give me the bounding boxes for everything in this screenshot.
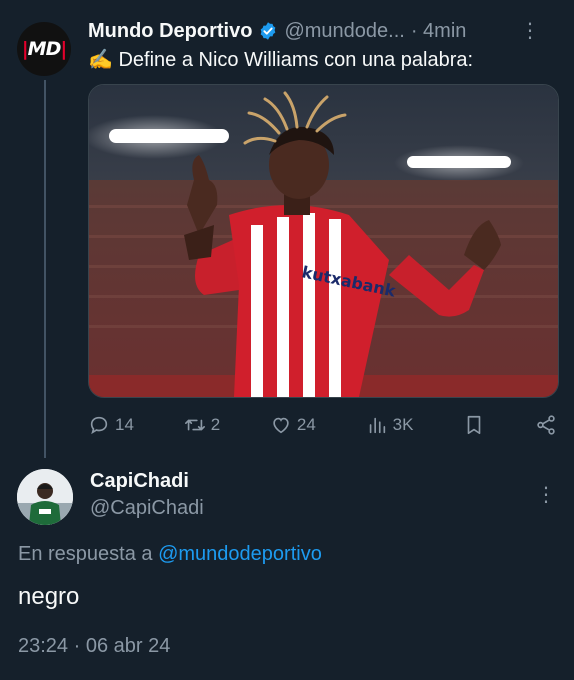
repost-icon [184,419,205,431]
reply-avatar-image [17,469,73,525]
reply-author-handle[interactable]: @CapiChadi [90,497,204,520]
views-count: 3K [392,415,414,434]
verified-badge-icon [261,22,276,40]
mundo-deportivo-logo: |MD| [21,38,68,60]
bookmark-button[interactable] [463,414,485,436]
reply-count: 14 [115,415,134,434]
reply-author-name[interactable]: CapiChadi [90,470,189,493]
share-icon [537,415,555,435]
tweet-actions-bar: 14 2 24 3K [88,410,557,440]
tweet-header: Mundo Deportivo @mundode... · 4min ⋮ [88,17,558,45]
like-count: 24 [296,415,316,434]
reply-button[interactable]: 14 [88,414,134,436]
reply-more-icon[interactable]: ⋮ [536,482,556,507]
tweet-text: ✍️ Define a Nico Williams con una palabr… [88,49,474,71]
replying-to-label: En respuesta a [18,543,153,565]
like-button[interactable]: 24 [270,414,316,436]
views-button[interactable]: 3K [366,414,414,436]
like-icon [273,417,289,434]
share-button[interactable] [535,414,557,436]
bookmark-icon [467,415,481,435]
replying-to-line: En respuesta a @mundodeportivo [18,543,322,566]
reply-text: negro [18,583,80,610]
reply-timestamp[interactable]: 23:24 · 06 abr 24 [18,635,170,658]
tweet-time-ago[interactable]: · 4min [411,20,467,43]
player-photo-illustration: kutxabank [89,85,558,397]
replying-to-mention-link[interactable]: @mundodeportivo [158,543,322,565]
reply-avatar[interactable] [17,469,73,525]
more-icon[interactable]: ⋮ [520,21,540,41]
repost-button[interactable]: 2 [184,414,220,436]
tweet-media-image[interactable]: kutxabank [88,84,559,398]
repost-count: 2 [210,415,221,434]
views-icon [369,417,385,434]
author-name[interactable]: Mundo Deportivo [88,20,252,43]
thread-connector-line [44,80,46,458]
avatar[interactable]: |MD| [17,22,71,76]
reply-icon [90,416,108,435]
author-handle[interactable]: @mundode... [284,20,404,43]
